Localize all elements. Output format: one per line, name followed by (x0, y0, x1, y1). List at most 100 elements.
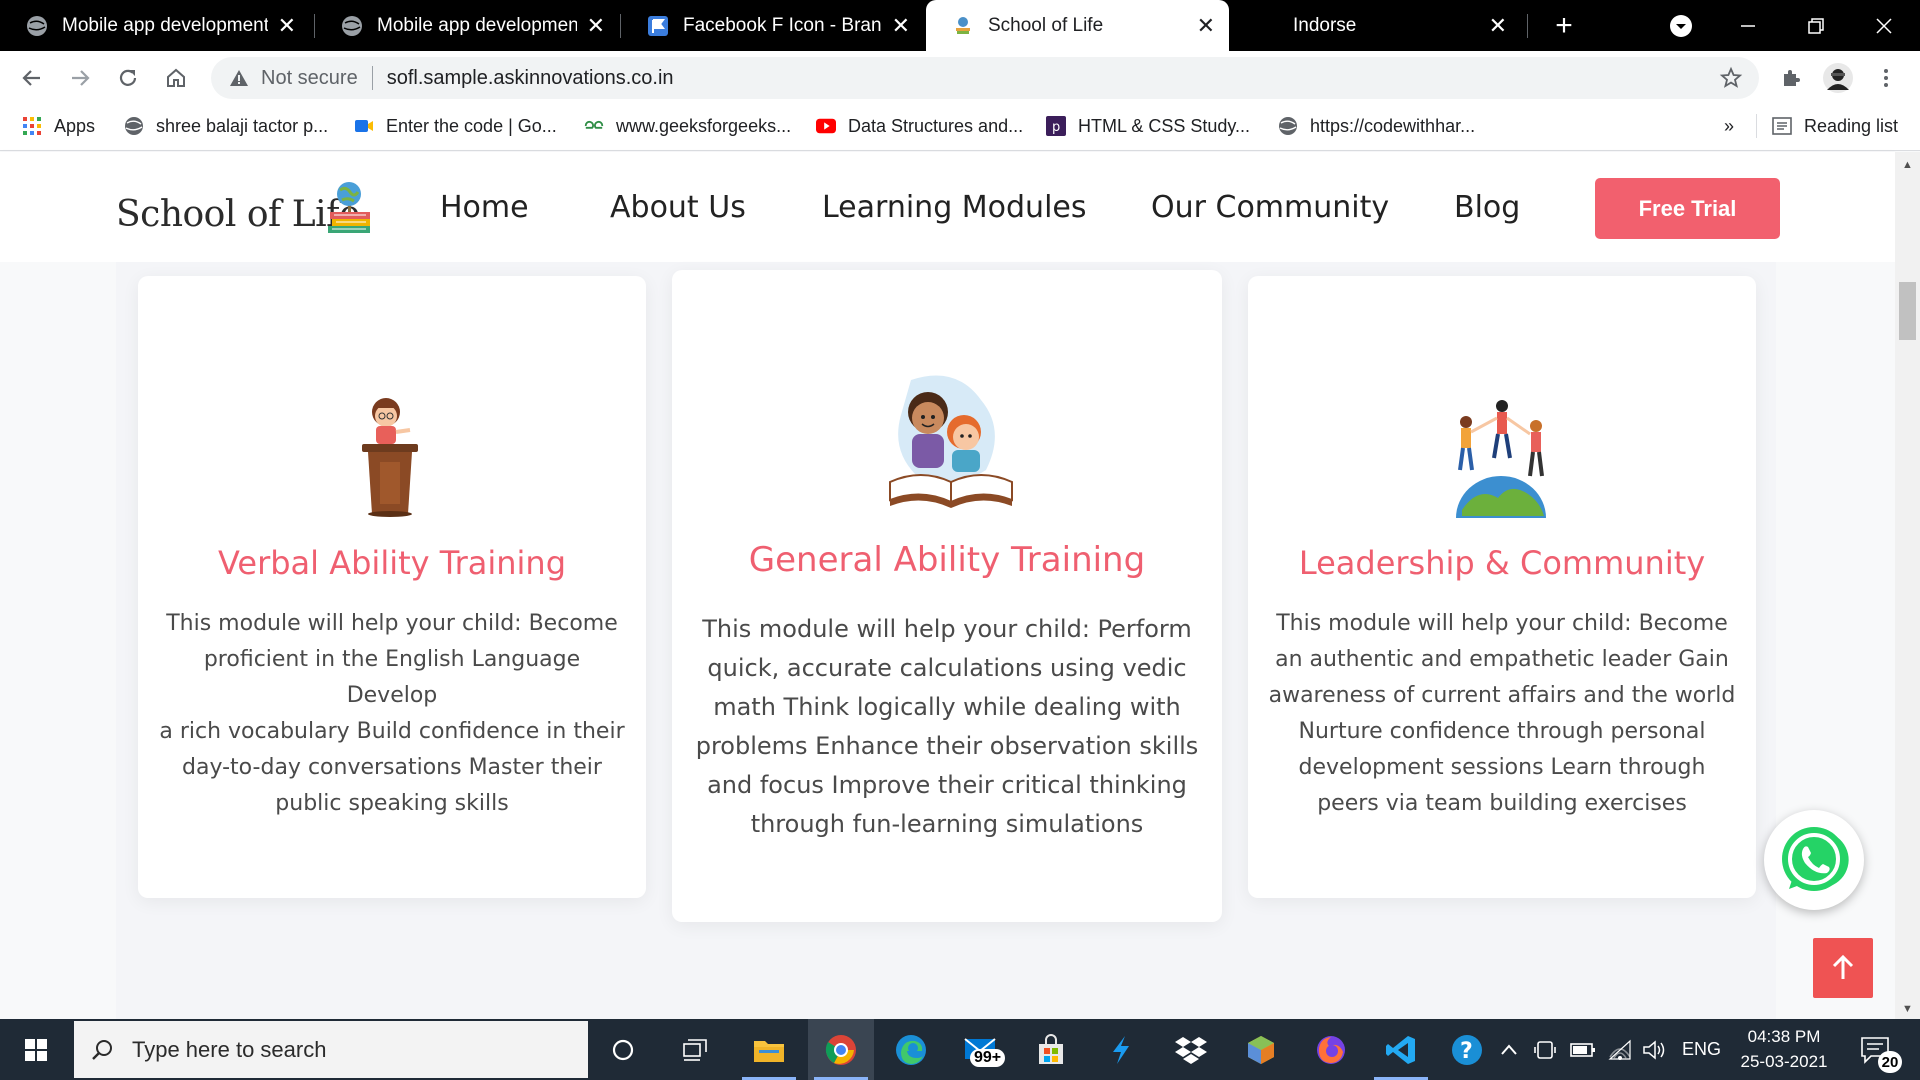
reading-list-icon (1772, 116, 1792, 136)
bookmark-item[interactable]: p HTML & CSS Study... (1046, 104, 1250, 148)
extensions-button[interactable] (1771, 58, 1811, 98)
reading-list-button[interactable]: Reading list (1772, 104, 1898, 148)
blank-favicon (1257, 15, 1279, 37)
card-desc-line: This module will help your child: Perfor… (702, 615, 1192, 643)
menu-button[interactable] (1866, 58, 1906, 98)
help-icon[interactable]: ? (1450, 1019, 1484, 1080)
task-view-button[interactable] (662, 1019, 728, 1080)
browser-tab-active[interactable]: School of Life ✕ (926, 0, 1229, 51)
bookmarks-overflow-button[interactable]: » (1724, 104, 1734, 148)
mail-badge: 99+ (970, 1049, 1006, 1067)
taskbar-store[interactable] (1018, 1019, 1084, 1080)
bookmark-label: Data Structures and... (848, 115, 1024, 136)
close-icon[interactable]: ✕ (1197, 13, 1215, 39)
reload-button[interactable] (108, 58, 148, 98)
browser-tab[interactable]: Mobile app development ✕ (315, 0, 619, 51)
bookmark-item[interactable]: Enter the code | Go... (354, 104, 557, 148)
address-bar[interactable]: Not secure sofl.sample.askinnovations.co… (211, 57, 1759, 99)
warning-icon[interactable] (229, 68, 249, 88)
bookmark-label: Apps (54, 115, 96, 136)
nav-our-community[interactable]: Our Community (1151, 190, 1389, 225)
close-window-button[interactable] (1854, 0, 1914, 51)
site-logo-text[interactable]: School of Life (116, 194, 360, 235)
girl-at-podium-icon (358, 390, 424, 523)
card-desc-line: This module will help your child: Become (1276, 611, 1728, 636)
nav-home[interactable]: Home (440, 190, 529, 225)
home-button[interactable] (156, 58, 196, 98)
browser-tab[interactable]: Indorse ✕ (1231, 0, 1521, 51)
bookmark-star-icon[interactable] (1719, 66, 1743, 96)
cortana-icon (612, 1039, 634, 1060)
scrollbar-thumb[interactable] (1899, 282, 1916, 340)
cortana-button[interactable] (590, 1019, 656, 1080)
tab-title: Mobile app development (377, 14, 577, 36)
bookmark-item[interactable]: https://codewithhar... (1278, 104, 1475, 148)
bookmark-item[interactable]: Data Structures and... (816, 104, 1023, 148)
taskbar-edge[interactable] (878, 1019, 944, 1080)
taskbar-mail[interactable]: 99+ (948, 1019, 1014, 1080)
taskbar-app-bolt[interactable] (1088, 1019, 1154, 1080)
notification-badge: 20 (1878, 1051, 1902, 1073)
close-icon[interactable]: ✕ (1489, 13, 1507, 39)
taskbar-firefox[interactable] (1298, 1019, 1364, 1080)
scroll-to-top-button[interactable] (1813, 938, 1873, 998)
chevron-up-icon[interactable] (1499, 1019, 1519, 1080)
taskbar-dropbox[interactable] (1158, 1019, 1224, 1080)
reading-list-label: Reading list (1804, 115, 1899, 136)
chevron-down-icon (1670, 14, 1692, 37)
security-label[interactable]: Not secure (261, 67, 358, 90)
whatsapp-button[interactable] (1764, 810, 1864, 910)
logo-books-globe-icon[interactable] (326, 178, 374, 239)
start-button[interactable] (0, 1019, 72, 1080)
battery-icon[interactable] (1570, 1019, 1596, 1080)
wifi-icon[interactable] (1608, 1019, 1632, 1080)
bookmark-item[interactable]: www.geeksforgeeks... (584, 104, 791, 148)
url-text[interactable]: sofl.sample.askinnovations.co.in (387, 67, 674, 90)
module-card-verbal: Verbal Ability Training This module will… (138, 276, 646, 898)
firefox-icon (1317, 1035, 1345, 1064)
card-title: Leadership & Community (1298, 544, 1706, 582)
action-center-button[interactable]: 20 (1856, 1019, 1902, 1080)
tablet-mode-icon[interactable] (1534, 1019, 1556, 1080)
scroll-up-arrow-icon[interactable]: ▲ (1899, 156, 1916, 173)
free-trial-button[interactable]: Free Trial (1595, 178, 1780, 239)
system-clock[interactable]: 04:38 PM 25-03-2021 (1716, 1024, 1852, 1074)
tab-search-button[interactable] (1651, 0, 1711, 51)
card-desc-line: math Think logically while dealing with (713, 693, 1181, 721)
card-desc-line: problems Enhance their observation skill… (695, 732, 1199, 760)
close-icon[interactable]: ✕ (587, 13, 605, 39)
minimize-button[interactable] (1718, 0, 1778, 51)
overflow-label: » (1724, 115, 1735, 136)
volume-icon[interactable] (1642, 1019, 1668, 1080)
new-tab-button[interactable]: + (1534, 0, 1594, 51)
card-desc-line: day-to-day conversations Master their (182, 755, 602, 780)
forward-button[interactable] (60, 58, 100, 98)
browser-tab[interactable]: Mobile app development ✕ (0, 0, 310, 51)
back-button[interactable] (12, 58, 52, 98)
card-desc-line: through fun-learning simulations (750, 810, 1144, 838)
bookmark-item[interactable]: shree balaji tactor p... (124, 104, 328, 148)
kids-on-globe-icon (1448, 398, 1554, 525)
nav-blog[interactable]: Blog (1454, 190, 1520, 225)
dropbox-icon (1175, 1036, 1207, 1064)
puzzle-icon (1784, 70, 1800, 86)
bookmark-apps[interactable]: Apps (22, 104, 95, 148)
module-card-leadership: Leadership & Community This module will … (1248, 276, 1756, 898)
profile-button[interactable] (1818, 58, 1858, 98)
card-desc-line: an authentic and empathetic leader Gain (1275, 647, 1729, 672)
taskbar-vscode[interactable] (1368, 1019, 1434, 1080)
browser-tab[interactable]: Facebook F Icon - Brands | ✕ (621, 0, 924, 51)
taskbar-file-explorer[interactable] (736, 1019, 802, 1080)
taskbar-app-cube[interactable] (1228, 1019, 1294, 1080)
kids-reading-book-icon (886, 370, 1016, 521)
scroll-down-arrow-icon[interactable]: ▼ (1899, 1000, 1916, 1017)
taskbar-search-box[interactable]: Type here to search (74, 1021, 588, 1078)
folder-icon (754, 1040, 784, 1062)
close-icon[interactable]: ✕ (892, 13, 910, 39)
nav-learning-modules[interactable]: Learning Modules (822, 190, 1087, 225)
restore-button[interactable] (1786, 0, 1846, 51)
close-icon[interactable]: ✕ (278, 13, 296, 39)
taskbar-chrome[interactable] (808, 1019, 874, 1080)
p-icon: p (1046, 116, 1066, 136)
nav-about-us[interactable]: About Us (610, 190, 746, 225)
